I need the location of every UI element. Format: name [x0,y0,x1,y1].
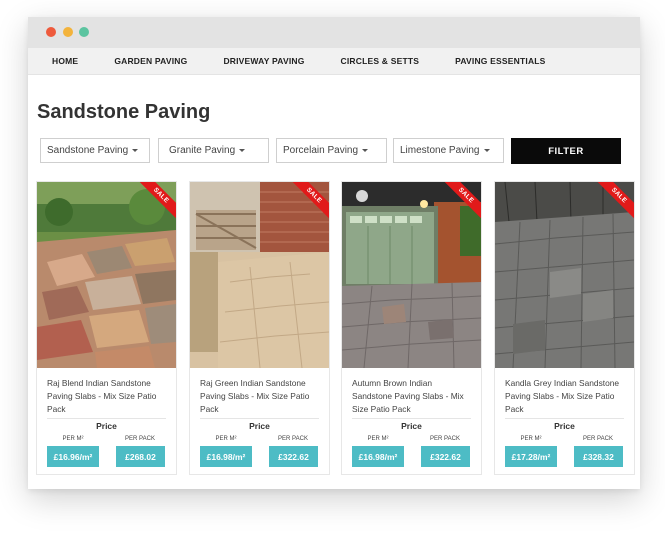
close-window-button[interactable] [46,27,56,37]
price-per-m2-button[interactable]: £16.98/m² [352,446,404,467]
select-label: Granite Paving [169,145,236,156]
nav-circles-setts[interactable]: CIRCLES & SETTS [341,56,420,66]
price-heading: Price [249,421,270,431]
caret-down-icon [362,149,369,152]
product-image[interactable]: SALE [342,182,481,368]
sandstone-paving-select[interactable]: Sandstone Paving [40,138,150,163]
minimize-window-button[interactable] [63,27,73,37]
price-heading: Price [96,421,117,431]
price-heading: Price [554,421,575,431]
select-label: Sandstone Paving [47,145,129,156]
divider [200,418,319,419]
price-per-m2-button[interactable]: £17.28/m² [505,446,557,467]
caret-down-icon [132,149,139,152]
product-image[interactable]: SALE [37,182,176,368]
browser-window: HOME GARDEN PAVING DRIVEWAY PAVING CIRCL… [28,17,640,489]
select-label: Limestone Paving [400,145,480,156]
limestone-paving-select[interactable]: Limestone Paving [393,138,504,163]
price-per-m2-button[interactable]: £16.96/m² [47,446,99,467]
price-per-pack-button[interactable]: £322.62 [269,446,318,467]
price-heading: Price [401,421,422,431]
per-pack-label: PER PACK [125,436,155,442]
divider [47,418,166,419]
product-image[interactable]: SALE [495,182,634,368]
price-per-m2-button[interactable]: £16.98/m² [200,446,252,467]
product-card[interactable]: SALE Raj Blend Indian Sandstone Paving S… [36,181,177,475]
per-pack-label: PER PACK [583,436,613,442]
per-m2-label: PER M² [367,436,389,442]
product-title[interactable]: Autumn Brown Indian Sandstone Paving Sla… [352,377,474,416]
porcelain-paving-select[interactable]: Porcelain Paving [276,138,387,163]
per-m2-label: PER M² [520,436,542,442]
nav-paving-essentials[interactable]: PAVING ESSENTIALS [455,56,545,66]
product-title[interactable]: Raj Blend Indian Sandstone Paving Slabs … [47,377,169,416]
nav-driveway-paving[interactable]: DRIVEWAY PAVING [223,56,304,66]
price-per-pack-button[interactable]: £328.32 [574,446,623,467]
product-title[interactable]: Raj Green Indian Sandstone Paving Slabs … [200,377,322,416]
price-per-pack-button[interactable]: £322.62 [421,446,470,467]
main-navigation: HOME GARDEN PAVING DRIVEWAY PAVING CIRCL… [28,48,640,75]
nav-garden-paving[interactable]: GARDEN PAVING [114,56,187,66]
page-title: Sandstone Paving [37,101,211,123]
divider [505,418,624,419]
window-titlebar [28,17,640,48]
nav-home[interactable]: HOME [52,56,78,66]
per-m2-label: PER M² [62,436,84,442]
product-image[interactable]: SALE [190,182,329,368]
select-label: Porcelain Paving [283,145,359,156]
maximize-window-button[interactable] [79,27,89,37]
per-pack-label: PER PACK [278,436,308,442]
caret-down-icon [483,149,490,152]
product-card[interactable]: SALE Kandla Grey Indian Sandstone Paving… [494,181,635,475]
caret-down-icon [239,149,246,152]
divider [352,418,471,419]
filter-bar: Sandstone Paving Granite Paving Porcelai… [40,138,625,164]
granite-paving-select[interactable]: Granite Paving [158,138,269,163]
per-m2-label: PER M² [215,436,237,442]
product-card[interactable]: SALE Raj Green Indian Sandstone Paving S… [189,181,330,475]
per-pack-label: PER PACK [430,436,460,442]
product-title[interactable]: Kandla Grey Indian Sandstone Paving Slab… [505,377,627,416]
filter-button[interactable]: FILTER [511,138,621,164]
product-card[interactable]: SALE Autumn Brown Indian Sandstone Pavin… [341,181,482,475]
price-per-pack-button[interactable]: £268.02 [116,446,165,467]
